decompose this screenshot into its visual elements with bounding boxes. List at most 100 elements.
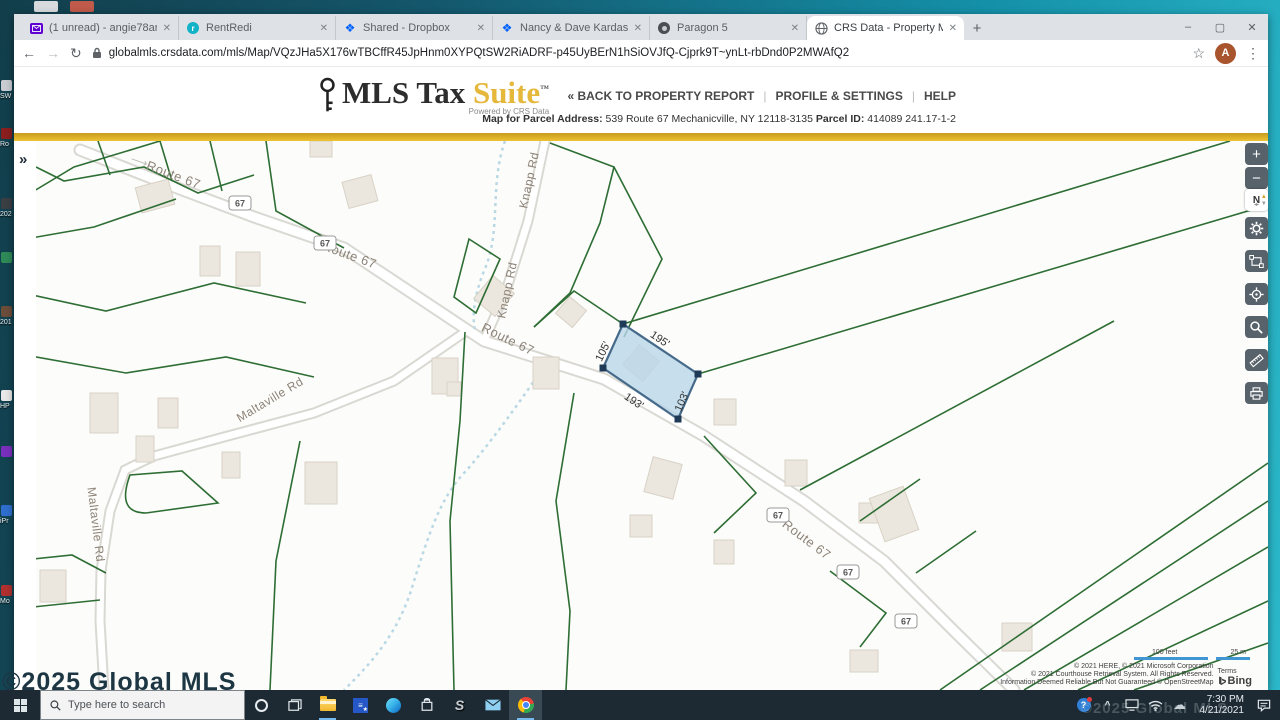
browser-tab-5[interactable]: Paragon 5 ✕ <box>650 16 807 40</box>
desktop-icon-fragment[interactable] <box>1 446 12 457</box>
expand-panel-button[interactable]: » <box>19 151 27 168</box>
map-attribution: © 2021 HERE, © 2021 Microsoft Corporatio… <box>1000 663 1252 687</box>
back-button[interactable]: ← <box>22 45 36 61</box>
tab-title: (1 unread) - angie78aragon@ya <box>49 22 157 34</box>
desktop-icon-fragment[interactable] <box>34 1 58 12</box>
map-compass-button[interactable]: N▲▼◂▸ <box>1245 189 1268 211</box>
store-icon <box>420 698 434 712</box>
search-placeholder: Type here to search <box>68 699 165 711</box>
collapsed-side-panel: » <box>14 141 36 690</box>
parcel-corner-marker[interactable] <box>675 416 682 423</box>
building-footprint <box>200 246 220 276</box>
tab-close-icon[interactable]: ✕ <box>634 23 642 34</box>
action-center-icon[interactable] <box>1252 690 1276 720</box>
parcel-corner-marker[interactable] <box>600 365 607 372</box>
desktop-icon-fragment[interactable] <box>1 128 12 139</box>
desktop-icon-fragment[interactable] <box>1 198 12 209</box>
start-button[interactable] <box>0 690 40 720</box>
browser-tab-4[interactable]: ❖Nancy & Dave Kardash 539 Rout✕ <box>493 16 650 40</box>
profile-avatar[interactable]: A <box>1215 43 1236 64</box>
desktop-icon-fragment[interactable] <box>1 252 12 263</box>
tab-close-icon[interactable]: ✕ <box>949 23 957 34</box>
tab-close-icon[interactable]: ✕ <box>791 23 799 34</box>
taskbar-search-box[interactable]: Type here to search <box>40 690 245 720</box>
map-search-button[interactable] <box>1245 316 1268 338</box>
map-zoom-out-button[interactable]: − <box>1245 167 1268 189</box>
taskbar-s-app[interactable]: S <box>443 690 476 720</box>
globe-icon <box>814 21 828 35</box>
bookmark-star-icon[interactable]: ☆ <box>1192 45 1205 62</box>
parcel-corner-marker[interactable] <box>695 371 702 378</box>
cortana-icon <box>255 699 268 712</box>
gold-accent-bar <box>14 133 1268 141</box>
edge-icon <box>386 698 401 713</box>
taskbar-file-explorer[interactable] <box>311 690 344 720</box>
building-footprint <box>136 436 154 462</box>
bing-logo: Bing <box>1218 675 1252 687</box>
taskbar-task-view[interactable] <box>278 690 311 720</box>
parcel-map-canvas[interactable]: 105'195'193'103'Route 67Route 67Route 67… <box>14 141 1268 690</box>
taskbar-blue-app[interactable]: ≡★ <box>344 690 377 720</box>
desktop-icon-fragment[interactable] <box>1 505 12 516</box>
building-footprint <box>714 399 736 425</box>
desktop-icon-label: SW <box>0 93 11 100</box>
taskbar-chrome[interactable] <box>509 690 542 720</box>
terms-link[interactable]: Terms <box>1218 668 1237 675</box>
new-tab-button[interactable]: + <box>964 16 990 40</box>
building-footprint <box>447 382 461 396</box>
browser-tab-2[interactable]: rRentRedi✕ <box>179 16 336 40</box>
desktop-icon-fragment[interactable] <box>1 306 12 317</box>
browser-window: (1 unread) - angie78aragon@ya✕rRentRedi✕… <box>14 14 1268 690</box>
yahoo-mail-icon <box>29 21 43 35</box>
forward-button[interactable]: → <box>46 45 60 61</box>
tab-title: CRS Data - Property Map for 539 <box>834 22 943 34</box>
map-print-button[interactable] <box>1245 382 1268 404</box>
desktop-icon-fragment[interactable] <box>70 1 94 12</box>
taskbar-cortana[interactable] <box>245 690 278 720</box>
building-footprint <box>785 460 807 486</box>
reload-button[interactable]: ↻ <box>70 45 82 62</box>
building-footprint <box>90 393 118 433</box>
map-area[interactable]: 105'195'193'103'Route 67Route 67Route 67… <box>14 141 1268 690</box>
s-app-icon: S <box>455 697 464 713</box>
map-select-area-button[interactable] <box>1245 250 1268 272</box>
tab-close-icon[interactable]: ✕ <box>320 23 328 34</box>
browser-tab-1[interactable]: (1 unread) - angie78aragon@ya ✕ <box>22 16 179 40</box>
map-measure-button[interactable] <box>1245 349 1268 371</box>
browser-tab-6[interactable]: CRS Data - Property Map for 539 ✕ <box>807 16 964 40</box>
desktop-icon-fragment[interactable] <box>1 80 12 91</box>
tab-title: Nancy & Dave Kardash 539 Rout <box>520 22 628 34</box>
parcel-address-line: Map for Parcel Address: 539 Route 67 Mec… <box>482 113 956 125</box>
map-locate-button[interactable] <box>1245 283 1268 305</box>
tab-close-icon[interactable]: ✕ <box>477 23 485 34</box>
profile-settings-link[interactable]: PROFILE & SETTINGS <box>776 89 903 103</box>
site-header: MLS Tax Suite™ Powered by CRS Data « BAC… <box>14 67 1268 133</box>
scale-feet-label: 100 feet <box>1152 649 1177 656</box>
tab-title: Shared - Dropbox <box>363 22 471 34</box>
desktop-icon-fragment[interactable] <box>1 585 12 596</box>
map-scale-bar: 100 feet 25 m <box>1134 649 1252 660</box>
tab-close-icon[interactable]: ✕ <box>163 23 171 34</box>
url-text: globalmls.crsdata.com/mls/Map/VQzJHa5X17… <box>109 47 849 59</box>
desktop-icon-fragment[interactable] <box>1 390 12 401</box>
close-button[interactable]: ✕ <box>1236 14 1268 40</box>
taskbar-mail[interactable] <box>476 690 509 720</box>
map-settings-button[interactable] <box>1245 217 1268 239</box>
minimize-button[interactable]: – <box>1172 14 1204 40</box>
building-footprint <box>533 357 559 389</box>
building-footprint <box>236 252 260 286</box>
menu-kebab-icon[interactable]: ⋮ <box>1246 45 1260 62</box>
building-footprint <box>714 540 734 564</box>
map-zoom-in-button[interactable]: + <box>1245 143 1268 165</box>
building-footprint <box>305 462 337 504</box>
address-bar[interactable]: globalmls.crsdata.com/mls/Map/VQzJHa5X17… <box>92 47 1183 59</box>
browser-toolbar: ← → ↻ globalmls.crsdata.com/mls/Map/VQzJ… <box>14 40 1268 67</box>
help-link[interactable]: HELP <box>924 89 956 103</box>
parcel-corner-marker[interactable] <box>620 321 627 328</box>
back-to-property-report-link[interactable]: « BACK TO PROPERTY REPORT <box>567 89 754 103</box>
browser-tab-3[interactable]: ❖Shared - Dropbox✕ <box>336 16 493 40</box>
tab-title: Paragon 5 <box>677 22 785 34</box>
maximize-button[interactable]: ▢ <box>1204 14 1236 40</box>
taskbar-edge[interactable] <box>377 690 410 720</box>
taskbar-store[interactable] <box>410 690 443 720</box>
